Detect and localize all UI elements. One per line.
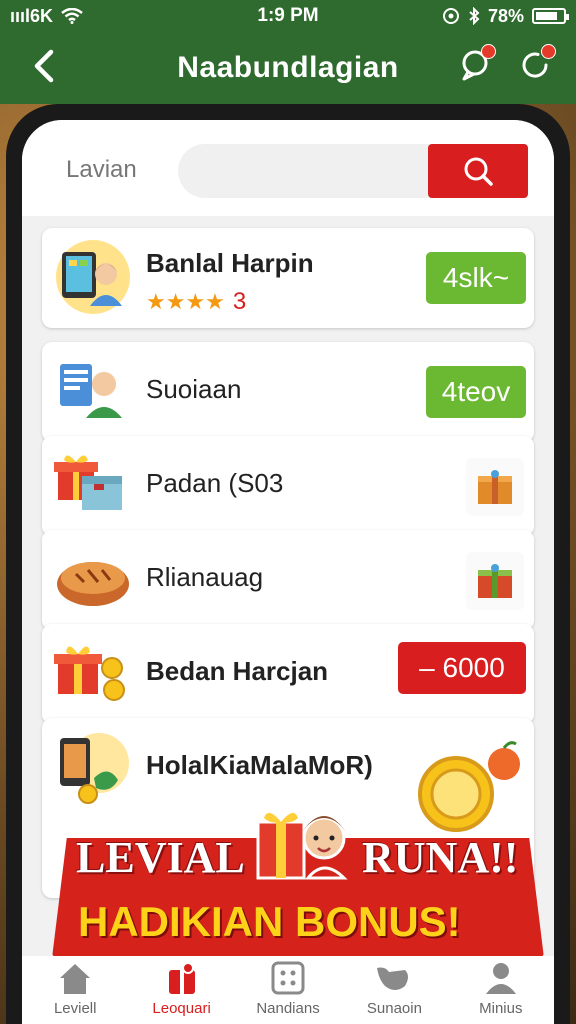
chat-button[interactable] xyxy=(456,44,496,84)
item-title: Banlal Harpin xyxy=(146,248,314,278)
banner-title-right: RUNA!! xyxy=(362,833,519,882)
notification-dot xyxy=(541,44,556,59)
search-icon xyxy=(464,157,493,186)
gift-button[interactable] xyxy=(466,552,524,610)
page-title: Naabundlagian xyxy=(177,51,399,84)
gift-box-icon xyxy=(478,564,512,598)
refresh-button[interactable] xyxy=(516,44,556,84)
grid-icon xyxy=(271,961,305,995)
banner-subtitle: HADIKIAN BONUS! xyxy=(78,898,461,945)
cart-icon xyxy=(377,967,409,990)
battery-icon xyxy=(532,8,569,24)
tablet-user-icon xyxy=(56,240,130,314)
back-button[interactable] xyxy=(24,46,64,86)
nav-label: Leviell xyxy=(53,1000,97,1017)
notification-dot xyxy=(481,44,496,59)
nav-label: Minius xyxy=(479,1000,523,1017)
nav-item-home[interactable]: Leviell xyxy=(22,956,128,1024)
item-title: Padan (S03 xyxy=(146,468,284,498)
gift-button[interactable] xyxy=(466,458,524,516)
item-title: Suoiaan xyxy=(146,374,242,404)
clock: 1:9 PM xyxy=(257,5,319,26)
search-label: Lavian xyxy=(66,156,137,183)
list-item[interactable]: Rlianauag xyxy=(42,530,534,630)
nav-item-profile[interactable]: Minius xyxy=(448,956,554,1024)
gift-coins-icon xyxy=(54,646,125,701)
rating: ★★★★ 3 xyxy=(146,288,246,316)
chevron-left-icon xyxy=(34,49,54,83)
gift-icon xyxy=(168,962,195,994)
battery-percent: 78% xyxy=(487,5,524,26)
nav-label: Nandians xyxy=(256,1000,320,1017)
nav-item-cart[interactable]: Sunaoin xyxy=(341,956,447,1024)
alarm-icon xyxy=(442,8,459,24)
star-rating: ★★★★ xyxy=(146,289,225,314)
gift-boxes-icon xyxy=(54,455,122,510)
phone-frame: Lavian Banlal Harpin ★★★★ 3 4slk~ Suoiaa… xyxy=(6,104,570,1024)
list-item[interactable]: Bedan Harcjan – 6000 xyxy=(42,624,534,724)
item-title: Bedan Harcjan xyxy=(146,656,329,686)
list-item[interactable]: Padan (S03 xyxy=(42,436,534,536)
carrier-signal: ıııl6K xyxy=(10,5,54,26)
nav-label: Leoquari xyxy=(152,1000,211,1017)
status-bar: ıııl6K 1:9 PM 78% xyxy=(0,0,576,32)
user-icon xyxy=(485,963,516,994)
nav-item-grid[interactable]: Nandians xyxy=(235,956,341,1024)
search-button[interactable] xyxy=(428,144,528,198)
nav-item-gift[interactable]: Leoquari xyxy=(128,956,234,1024)
tablet-coins-icon xyxy=(60,733,129,804)
rating-count: 3 xyxy=(232,288,247,315)
action-button[interactable]: 4slk~ xyxy=(426,252,526,304)
bonus-banner[interactable]: LEVIAL RUNA!! HADIKIAN BONUS! xyxy=(52,810,544,960)
wifi-icon xyxy=(61,8,83,24)
item-title: HolalKiaMalaMoR) xyxy=(146,750,373,780)
search-row: Lavian xyxy=(22,120,554,216)
bluetooth-icon xyxy=(469,7,480,25)
list-item[interactable]: Suoiaan 4teov xyxy=(42,342,534,442)
home-icon xyxy=(60,964,91,994)
action-button[interactable]: 4teov xyxy=(426,366,526,418)
action-button[interactable]: – 6000 xyxy=(398,642,526,694)
phone-screen: Lavian Banlal Harpin ★★★★ 3 4slk~ Suoiaa… xyxy=(22,120,554,1024)
item-title: Rlianauag xyxy=(146,562,264,592)
list-item[interactable]: Banlal Harpin ★★★★ 3 4slk~ xyxy=(42,228,534,328)
gift-box-icon xyxy=(478,470,512,504)
nav-label: Sunaoin xyxy=(366,1000,422,1017)
app-header: Naabundlagian xyxy=(0,32,576,104)
bread-icon xyxy=(57,562,129,606)
document-user-icon xyxy=(60,364,122,418)
banner-title-left: LEVIAL xyxy=(76,833,245,882)
mascot-gift-icon xyxy=(256,812,348,880)
bottom-nav: Leviell Leoquari Nandians Sunaoin Minius xyxy=(22,956,554,1024)
